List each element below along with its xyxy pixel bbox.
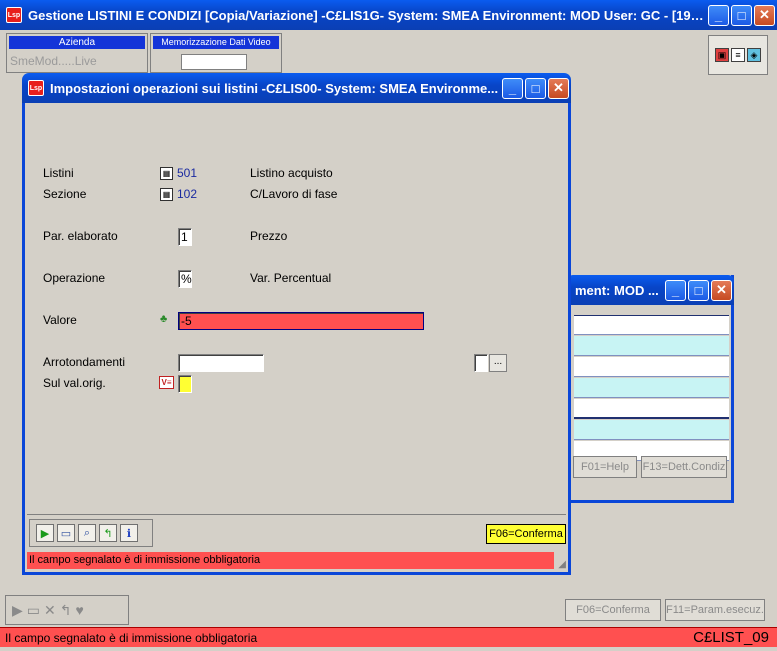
operazione-description: Var. Percentual bbox=[250, 271, 332, 285]
table-row[interactable] bbox=[574, 336, 729, 356]
toolbar-right: ▣ ≡ ◈ bbox=[708, 35, 768, 75]
sezione-description: C/Lavoro di fase bbox=[250, 187, 338, 201]
eraser-icon[interactable]: ▭ bbox=[27, 602, 40, 619]
valore-label: Valore bbox=[43, 313, 77, 327]
app-icon: Lsp bbox=[6, 7, 22, 23]
table-row[interactable] bbox=[574, 420, 729, 440]
table-row[interactable] bbox=[574, 378, 729, 398]
main-close-button[interactable]: ✕ bbox=[754, 4, 775, 26]
valore-field[interactable]: -5 bbox=[178, 312, 424, 330]
listini-description: Listino acquisto bbox=[250, 166, 333, 180]
info-icon[interactable]: ℹ bbox=[120, 524, 138, 542]
dialog-close-button[interactable]: ✕ bbox=[548, 77, 569, 99]
listini-code[interactable]: 501 bbox=[177, 166, 197, 180]
value-flag-icon[interactable]: V≡ bbox=[159, 376, 174, 389]
arrotondamenti-label: Arrotondamenti bbox=[43, 355, 126, 369]
main-toolbar: ▶ ▭ ✕ ↰ ♥ bbox=[5, 595, 129, 625]
memorizzazione-label: Memorizzazione Dati Video bbox=[153, 36, 279, 49]
dialog-conferma-button[interactable]: F06=Conferma bbox=[486, 524, 566, 544]
cube-icon[interactable]: ◈ bbox=[747, 48, 761, 62]
f13-dett-condiz-button[interactable]: F13=Dett.Condiz bbox=[641, 456, 727, 478]
azienda-box: Azienda SmeMod.....Live bbox=[6, 33, 148, 73]
sul-val-orig-label: Sul val.orig. bbox=[43, 376, 106, 390]
main-maximize-button[interactable]: □ bbox=[731, 4, 752, 26]
heart-icon[interactable]: ♥ bbox=[75, 602, 83, 618]
sezione-label: Sezione bbox=[43, 187, 87, 201]
operazione-field[interactable]: % bbox=[178, 270, 192, 288]
dialog-maximize-button[interactable]: □ bbox=[525, 77, 546, 99]
operazione-label: Operazione bbox=[43, 271, 106, 285]
background-window-titlebar[interactable]: ment: MOD ... _ □ ✕ bbox=[567, 275, 734, 305]
play-icon[interactable]: ▶ bbox=[36, 524, 54, 542]
search-icon[interactable]: ⌕ bbox=[78, 524, 96, 542]
memorizzazione-box: Memorizzazione Dati Video bbox=[150, 33, 282, 73]
dialog-titlebar[interactable]: Lsp Impostazioni operazioni sui listini … bbox=[22, 73, 571, 103]
resize-grip-icon[interactable]: ◢ bbox=[558, 559, 566, 570]
dialog-status-message: Il campo segnalato è di immissione obbli… bbox=[27, 552, 554, 569]
cancel-icon[interactable]: ✕ bbox=[44, 602, 56, 619]
main-window-title: Gestione LISTINI E CONDIZI [Copia/Variaz… bbox=[28, 7, 708, 23]
people-icon[interactable]: ♣ bbox=[160, 313, 167, 325]
main-bottom-bar: ▶ ▭ ✕ ↰ ♥ F06=Conferma F11=Param.esecuz. bbox=[5, 593, 767, 627]
arrotondamenti-lookup-button[interactable]: ... bbox=[489, 354, 507, 372]
main-status-message: Il campo segnalato è di immissione obbli… bbox=[5, 630, 258, 645]
main-window-titlebar[interactable]: Lsp Gestione LISTINI E CONDIZI [Copia/Va… bbox=[0, 0, 777, 30]
azienda-value: SmeMod.....Live bbox=[10, 54, 97, 68]
play-icon[interactable]: ▶ bbox=[12, 602, 23, 619]
sezione-code[interactable]: 102 bbox=[177, 187, 197, 201]
dialog-body: Listini ▦ 501 Listino acquisto Sezione ▦… bbox=[22, 103, 571, 575]
azienda-label: Azienda bbox=[9, 36, 145, 49]
main-minimize-button[interactable]: _ bbox=[708, 4, 729, 26]
table-row[interactable] bbox=[574, 399, 729, 419]
par-elaborato-label: Par. elaborato bbox=[43, 229, 118, 243]
par-elaborato-description: Prezzo bbox=[250, 229, 288, 243]
f01-help-button[interactable]: F01=Help bbox=[573, 456, 637, 478]
main-status-bar: Il campo segnalato è di immissione obbli… bbox=[0, 627, 777, 647]
bg-maximize-button[interactable]: □ bbox=[688, 279, 709, 301]
dialog-app-icon: Lsp bbox=[28, 80, 44, 96]
bg-minimize-button[interactable]: _ bbox=[665, 279, 686, 301]
arrotondamenti-code-field[interactable] bbox=[474, 354, 488, 372]
document-icon[interactable]: ≡ bbox=[731, 48, 745, 62]
background-window-title: ment: MOD ... bbox=[575, 282, 659, 298]
eraser-icon[interactable]: ▭ bbox=[57, 524, 75, 542]
table-row[interactable] bbox=[574, 357, 729, 377]
monitor-icon[interactable]: ▣ bbox=[715, 48, 729, 62]
memorizzazione-field[interactable] bbox=[181, 54, 247, 70]
listini-label: Listini bbox=[43, 166, 74, 180]
dialog-toolbar: ▶ ▭ ⌕ ↰ ℹ bbox=[29, 519, 153, 547]
back-arrow-icon[interactable]: ↰ bbox=[60, 602, 72, 619]
program-code: C£LIST_09 bbox=[693, 629, 769, 646]
list-icon[interactable]: ▦ bbox=[160, 167, 173, 180]
par-elaborato-field[interactable]: 1 bbox=[178, 228, 192, 246]
list-icon[interactable]: ▦ bbox=[160, 188, 173, 201]
back-arrow-icon[interactable]: ↰ bbox=[99, 524, 117, 542]
bg-close-button[interactable]: ✕ bbox=[711, 279, 732, 301]
background-window: F01=Help F13=Dett.Condiz bbox=[567, 275, 734, 503]
dialog-title: Impostazioni operazioni sui listini -C£L… bbox=[50, 80, 499, 96]
main-conferma-button[interactable]: F06=Conferma bbox=[565, 599, 661, 621]
param-esecuz-button[interactable]: F11=Param.esecuz. bbox=[665, 599, 765, 621]
dialog-minimize-button[interactable]: _ bbox=[502, 77, 523, 99]
arrotondamenti-field[interactable] bbox=[178, 354, 264, 372]
table-row[interactable] bbox=[574, 315, 729, 335]
dialog-bottom-bar: ▶ ▭ ⌕ ↰ ℹ F06=Conferma bbox=[27, 514, 566, 550]
sul-val-orig-field[interactable] bbox=[178, 375, 192, 393]
